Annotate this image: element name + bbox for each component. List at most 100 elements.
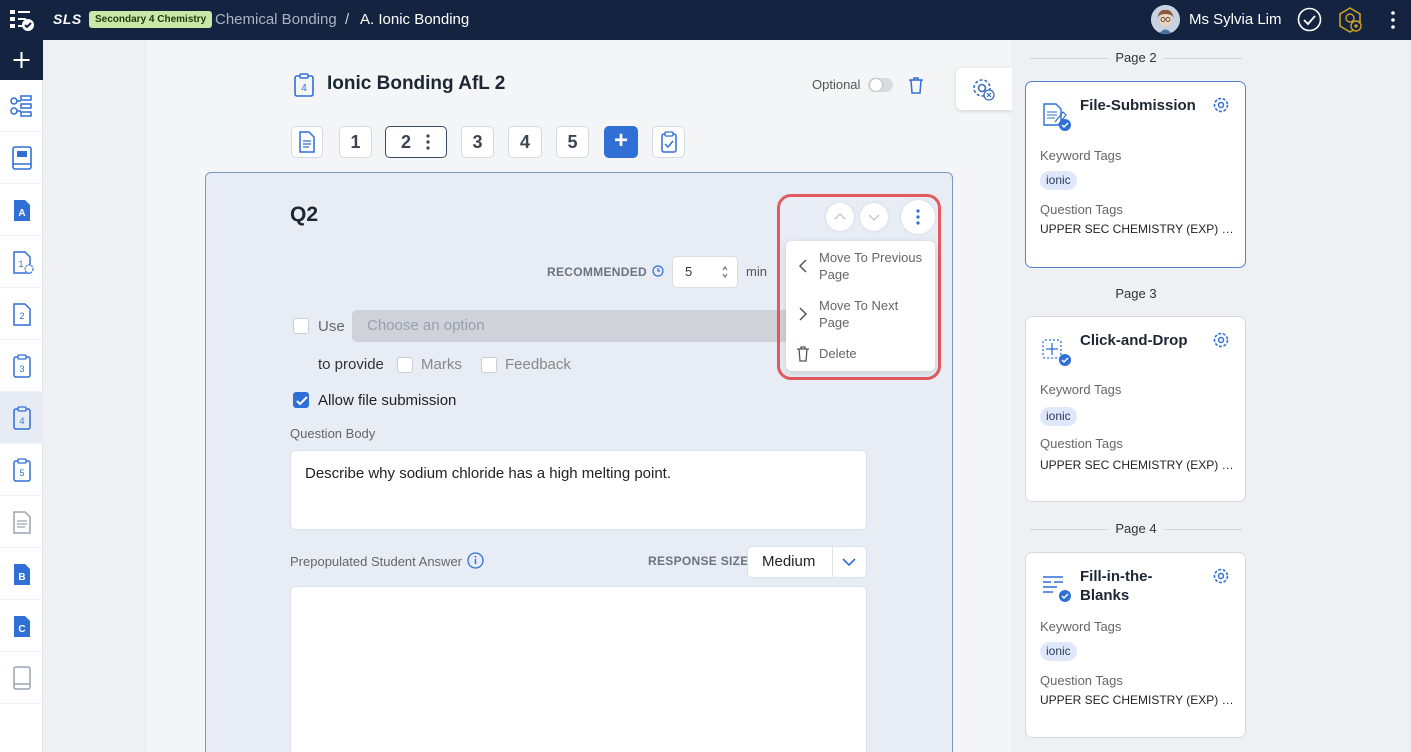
activity-title[interactable]: Ionic Bonding AfL 2	[327, 73, 505, 95]
activity-2-icon: 2	[13, 303, 31, 326]
add-question-button[interactable]: +	[604, 126, 638, 158]
use-checkbox[interactable]	[293, 318, 309, 334]
question-tags-value: UPPER SEC CHEMISTRY (EXP) (2...	[1040, 693, 1236, 707]
more-vertical-icon	[916, 209, 920, 225]
keyword-tags-label: Keyword Tags	[1040, 148, 1122, 163]
page-overview-button[interactable]	[291, 126, 323, 158]
chevron-left-icon	[798, 259, 807, 273]
recommended-label: RECOMMENDED	[547, 265, 647, 279]
chevron-down-icon	[868, 214, 880, 222]
user-name[interactable]: Ms Sylvia Lim	[1189, 11, 1282, 28]
question-tags-label: Question Tags	[1040, 436, 1123, 451]
question-tags-label: Question Tags	[1040, 202, 1123, 217]
clock-icon	[652, 265, 664, 277]
click-and-drop-icon	[1042, 339, 1071, 366]
rail-item-section-c[interactable]: C	[0, 600, 43, 652]
svg-text:5: 5	[19, 468, 24, 478]
marks-checkbox[interactable]	[397, 357, 413, 373]
document-icon	[299, 131, 315, 153]
apps-icon[interactable]	[9, 8, 35, 32]
more-vertical-icon[interactable]	[1383, 8, 1403, 32]
plus-icon	[13, 52, 30, 68]
left-rail: A 1 2 3 4 5 B C	[0, 40, 43, 752]
rail-item-activity-5[interactable]: 5	[0, 444, 43, 496]
top-bar: SLS Secondary 4 Chemistry Chemical Bondi…	[0, 0, 1411, 40]
move-down-button[interactable]	[860, 203, 888, 231]
choose-option-select[interactable]: Choose an option	[352, 310, 792, 342]
number-spinner-icon[interactable]	[722, 265, 728, 279]
breadcrumb-chemical-bonding[interactable]: Chemical Bonding	[215, 11, 337, 28]
rail-item-book[interactable]	[0, 132, 43, 184]
question-options-menu: Move To Previous Page Move To Next Page …	[786, 241, 935, 371]
optional-toggle[interactable]	[868, 78, 893, 92]
card-type-label: Fill-in-the-Blanks	[1080, 568, 1153, 604]
submit-page-button[interactable]	[652, 126, 685, 158]
feedback-label: Feedback	[505, 356, 571, 373]
chevron-up-icon	[834, 212, 846, 220]
question-tab-5[interactable]: 5	[556, 126, 589, 158]
achievement-badge-icon[interactable]	[1337, 7, 1363, 33]
add-section-button[interactable]	[0, 40, 43, 80]
keyword-tag: ionic	[1040, 642, 1077, 661]
lesson-map-icon	[10, 95, 32, 117]
question-tags-value: UPPER SEC CHEMISTRY (EXP) (2...	[1040, 458, 1236, 472]
svg-text:B: B	[18, 572, 25, 583]
question-more-button[interactable]	[901, 200, 935, 234]
trash-icon[interactable]	[906, 75, 926, 95]
section-a-icon: A	[14, 200, 30, 221]
question-tab-1[interactable]: 1	[339, 126, 372, 158]
question-body-editor[interactable]: Describe why sodium chloride has a high …	[290, 450, 867, 530]
svg-text:C: C	[18, 624, 25, 635]
sls-logo[interactable]: SLS	[53, 11, 82, 27]
avatar[interactable]	[1151, 5, 1180, 34]
rail-item-activity-4[interactable]: 4	[0, 392, 43, 444]
page-header-4: Page 4	[1030, 521, 1242, 536]
prepopulated-answer-editor[interactable]	[290, 586, 867, 752]
page-card-fill-in-the-blanks[interactable]: Fill-in-the-Blanks Keyword Tags ionic Qu…	[1025, 552, 1246, 738]
feedback-checkbox[interactable]	[481, 357, 497, 373]
activity-1-icon: 1	[13, 251, 34, 274]
check-circle-icon[interactable]	[1297, 7, 1322, 32]
rail-item-activity-1[interactable]: 1	[0, 236, 43, 288]
question-tab-2[interactable]: 2	[385, 126, 447, 158]
question-tab-3[interactable]: 3	[461, 126, 494, 158]
rail-item-activity-3[interactable]: 3	[0, 340, 43, 392]
rail-item-section-b[interactable]: B	[0, 548, 43, 600]
keyword-tags-label: Keyword Tags	[1040, 619, 1122, 634]
svg-text:3: 3	[19, 364, 24, 374]
menu-item-move-next[interactable]: Move To Next Page	[786, 297, 935, 333]
menu-item-move-previous[interactable]: Move To Previous Page	[786, 249, 935, 285]
rail-item-notebook[interactable]	[0, 652, 43, 704]
prepopulated-answer-label: Prepopulated Student Answer	[290, 554, 463, 569]
question-tab-menu-icon[interactable]	[424, 132, 432, 152]
rail-item-document[interactable]	[0, 496, 43, 548]
gear-icon[interactable]	[1212, 567, 1230, 585]
menu-item-move-next-label: Move To Next Page	[819, 298, 899, 330]
response-size-select[interactable]: Medium	[747, 546, 867, 578]
question-tags-label: Question Tags	[1040, 673, 1123, 688]
question-label: Q2	[290, 203, 319, 226]
page-card-click-and-drop[interactable]: Click-and-Drop Keyword Tags ionic Questi…	[1025, 316, 1246, 502]
document-icon	[13, 511, 31, 534]
menu-item-delete[interactable]: Delete	[786, 345, 935, 365]
recommended-minutes-input[interactable]: 5	[672, 256, 738, 288]
svg-text:4: 4	[19, 416, 24, 426]
card-type-label: Click-and-Drop	[1080, 332, 1188, 349]
question-body-label: Question Body	[290, 426, 376, 441]
rail-item-activity-2[interactable]: 2	[0, 288, 43, 340]
info-icon[interactable]	[467, 552, 484, 569]
rail-item-map[interactable]	[0, 80, 43, 132]
gear-icon[interactable]	[1212, 331, 1230, 349]
question-tab-4[interactable]: 4	[508, 126, 542, 158]
keyword-tag: ionic	[1040, 407, 1077, 426]
move-up-button[interactable]	[826, 203, 854, 231]
page-label: Page 4	[1115, 521, 1157, 536]
page-header-3: Page 3	[1030, 286, 1242, 301]
gear-icon[interactable]	[1212, 96, 1230, 114]
page-card-file-submission[interactable]: File-Submission Keyword Tags ionic Quest…	[1025, 81, 1246, 268]
activity-settings-button[interactable]	[956, 68, 1012, 110]
allow-file-submission-checkbox[interactable]	[293, 392, 309, 408]
to-provide-label: to provide	[318, 356, 384, 373]
rail-item-section-a[interactable]: A	[0, 184, 43, 236]
activity-icon-number: 4	[301, 83, 307, 94]
